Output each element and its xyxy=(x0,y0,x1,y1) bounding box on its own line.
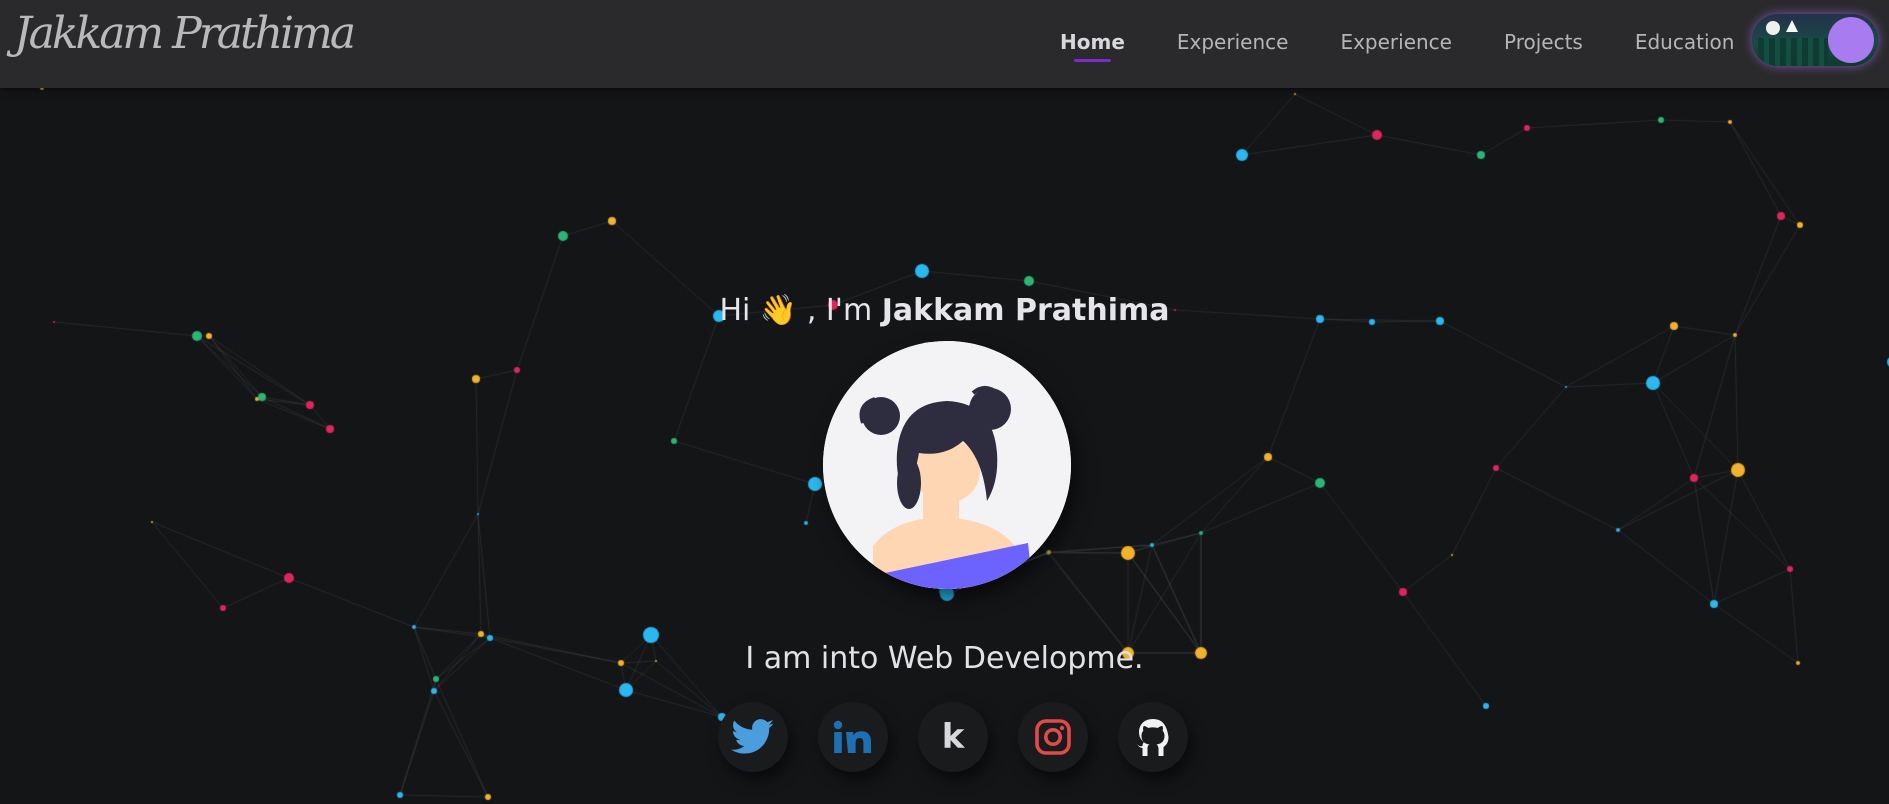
greeting-prefix: Hi xyxy=(719,293,751,328)
toggle-knob xyxy=(1828,17,1874,63)
main-nav: Home Experience Experience Projects Educ… xyxy=(1060,28,1735,62)
greeting-mid: , I'm xyxy=(806,293,873,328)
profile-avatar xyxy=(823,341,1071,589)
theme-toggle-switch[interactable] xyxy=(1752,14,1878,66)
hero-tagline: I am into Web Developme. xyxy=(745,641,1144,676)
twitter-icon xyxy=(731,719,774,754)
social-links: k xyxy=(718,702,1188,772)
navbar: Jakkam Prathima Home Experience Experien… xyxy=(0,0,1889,88)
nav-item-education[interactable]: Education xyxy=(1635,28,1735,56)
twitter-button[interactable] xyxy=(718,702,788,772)
logo-text: Jakkam Prathima xyxy=(14,8,356,59)
moon-icon xyxy=(1766,21,1780,35)
nav-item-projects[interactable]: Projects xyxy=(1504,28,1583,56)
linkedin-button[interactable] xyxy=(818,702,888,772)
rocket-icon xyxy=(1786,20,1798,32)
github-icon xyxy=(1136,719,1169,756)
girl-avatar-icon xyxy=(823,341,1071,589)
github-button[interactable] xyxy=(1118,702,1188,772)
kaggle-icon: k xyxy=(941,717,965,757)
hero-name: Jakkam Prathima xyxy=(881,293,1170,328)
instagram-button[interactable] xyxy=(1018,702,1088,772)
logo-signature[interactable]: Jakkam Prathima xyxy=(14,6,356,62)
nav-item-experience[interactable]: Experience xyxy=(1177,28,1289,56)
kaggle-button[interactable]: k xyxy=(918,702,988,772)
nav-item-home[interactable]: Home xyxy=(1060,28,1125,62)
nav-item-experience-2[interactable]: Experience xyxy=(1340,28,1452,56)
instagram-icon xyxy=(1035,719,1071,755)
forest-icon xyxy=(1758,38,1828,66)
waving-hand-icon: 👋 xyxy=(759,293,798,328)
hero-greeting: Hi 👋 , I'm Jakkam Prathima xyxy=(0,293,1889,328)
linkedin-icon xyxy=(833,720,871,753)
